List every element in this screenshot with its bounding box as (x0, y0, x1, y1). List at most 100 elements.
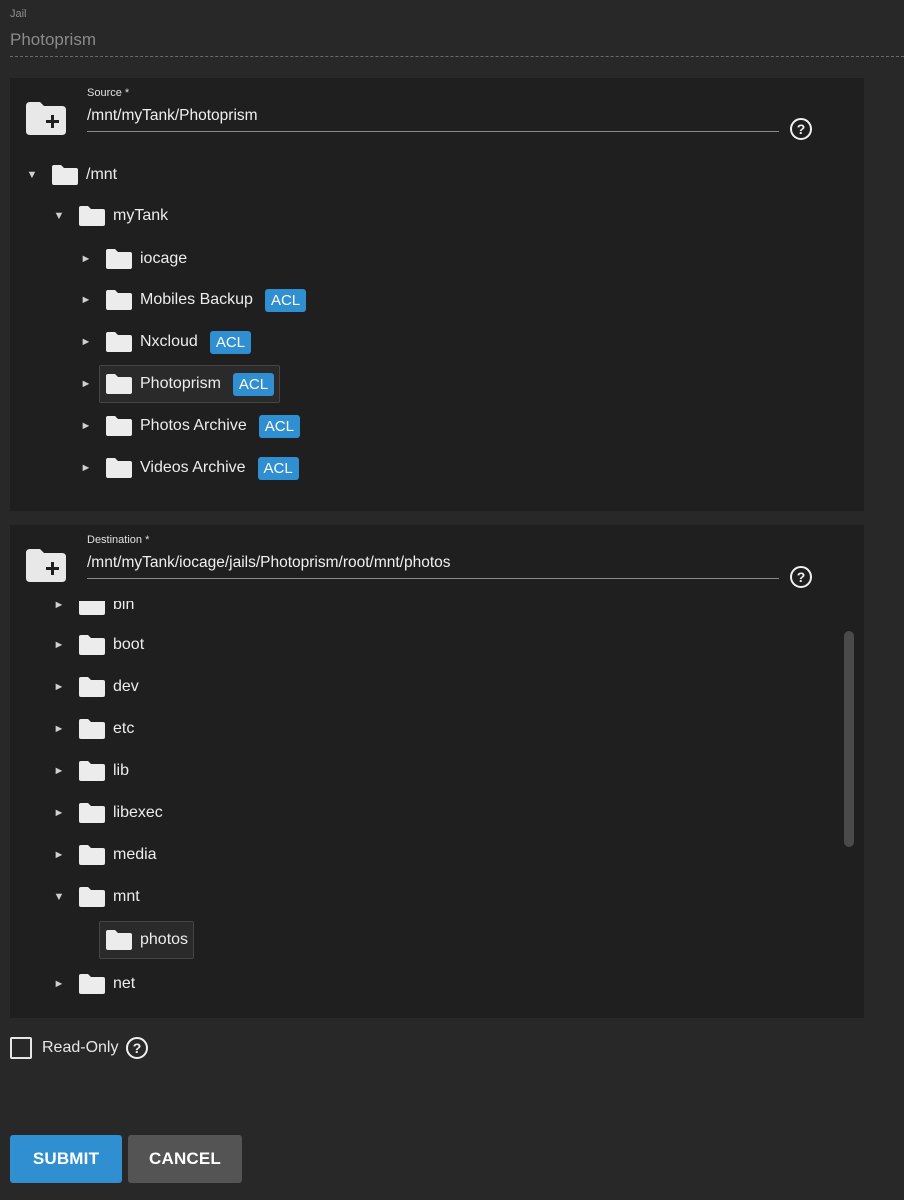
destination-path-input[interactable]: /mnt/myTank/iocage/jails/Photoprism/root… (87, 551, 779, 579)
source-path-input[interactable]: /mnt/myTank/Photoprism (87, 104, 779, 132)
tree-node[interactable]: photos (79, 921, 195, 959)
caret-right-icon[interactable]: ► (79, 378, 93, 390)
folder-icon (106, 458, 132, 478)
tree-node[interactable]: ► bin (52, 601, 140, 624)
acl-badge: ACL (232, 372, 275, 396)
tree-node[interactable]: ▼ myTank (52, 197, 174, 235)
folder-icon (79, 635, 105, 655)
tree-node-content[interactable]: lib (72, 752, 135, 790)
caret-right-icon[interactable]: ► (79, 420, 93, 432)
tree-node-content[interactable]: /mnt (45, 156, 123, 194)
caret-right-icon[interactable]: ► (52, 681, 66, 693)
folder-icon (79, 887, 105, 907)
caret-down-icon[interactable]: ▼ (52, 891, 66, 903)
acl-badge: ACL (209, 330, 251, 354)
scrollbar-thumb[interactable] (844, 631, 854, 847)
tree-node[interactable]: ▼ /mnt (25, 156, 123, 194)
tree-node-content[interactable]: iocage (99, 240, 193, 278)
folder-icon (106, 416, 132, 436)
tree-node[interactable]: ► Mobiles Backup ACL (79, 281, 312, 319)
tree-node[interactable]: ► lib (52, 752, 135, 790)
tree-node-label: net (113, 975, 136, 992)
submit-button[interactable]: SUBMIT (10, 1135, 122, 1183)
tree-node-label: Nxcloud (140, 333, 198, 350)
readonly-checkbox[interactable] (10, 1037, 32, 1059)
tree-node[interactable]: ► Photoprism ACL (79, 365, 281, 403)
tree-node-content[interactable]: libexec (72, 794, 169, 832)
folder-icon (106, 249, 132, 269)
tree-node[interactable]: ► libexec (52, 794, 169, 832)
tree-node-label: media (113, 846, 157, 863)
folder-icon (106, 332, 132, 352)
help-circle-icon[interactable]: ? (789, 117, 813, 141)
tree-node-label: mnt (113, 888, 140, 905)
caret-right-icon[interactable]: ► (52, 978, 66, 990)
caret-right-icon[interactable]: ► (52, 639, 66, 651)
caret-right-icon[interactable]: ► (52, 723, 66, 735)
help-circle-icon[interactable]: ? (789, 565, 813, 589)
tree-node-label: dev (113, 678, 139, 695)
tree-node[interactable]: ► Photos Archive ACL (79, 407, 306, 445)
tree-node-label: boot (113, 636, 145, 653)
tree-node-content[interactable]: boot (72, 626, 150, 664)
tree-node-content[interactable]: Photos Archive ACL (99, 407, 306, 445)
tree-node-content[interactable]: media (72, 836, 163, 874)
caret-right-icon[interactable]: ► (52, 849, 66, 861)
tree-node-content[interactable]: etc (72, 710, 140, 748)
destination-tree-viewport[interactable]: ► bin ► boot ► dev ► etc ► lib ► libexec… (10, 601, 840, 1009)
readonly-label[interactable]: Read-Only (42, 1039, 118, 1057)
create-folder-icon[interactable] (25, 547, 67, 583)
folder-icon (79, 677, 105, 697)
tree-node[interactable]: ► etc (52, 710, 140, 748)
tree-node-content[interactable]: net (72, 965, 141, 1003)
tree-node-label: myTank (113, 207, 169, 224)
tree-node-content[interactable]: Photoprism ACL (99, 365, 281, 403)
tree-node-content[interactable]: bin (72, 601, 140, 624)
caret-right-icon[interactable]: ► (79, 462, 93, 474)
tree-node-label: etc (113, 720, 135, 737)
tree-node[interactable]: ► Nxcloud ACL (79, 323, 257, 361)
help-circle-icon[interactable]: ? (125, 1036, 149, 1060)
cancel-button[interactable]: CANCEL (128, 1135, 242, 1183)
tree-node[interactable]: ► Videos Archive ACL (79, 449, 305, 487)
tree-node-label: Videos Archive (140, 459, 246, 476)
caret-right-icon[interactable]: ► (79, 294, 93, 306)
tree-node-content[interactable]: mnt (72, 878, 146, 916)
tree-node-content[interactable]: dev (72, 668, 145, 706)
folder-icon (79, 974, 105, 994)
caret-right-icon[interactable]: ► (52, 765, 66, 777)
caret-right-icon[interactable]: ► (79, 253, 93, 265)
caret-right-icon[interactable]: ► (52, 601, 66, 611)
source-label: Source * (87, 87, 130, 99)
tree-node[interactable]: ► dev (52, 668, 145, 706)
folder-icon (79, 206, 105, 226)
tree-node[interactable]: ► boot (52, 626, 150, 664)
tree-node[interactable]: ► iocage (79, 240, 193, 278)
tree-node-content[interactable]: myTank (72, 197, 174, 235)
svg-text:?: ? (797, 121, 806, 137)
tree-node-content[interactable]: photos (99, 921, 195, 959)
svg-text:?: ? (133, 1040, 142, 1056)
acl-badge: ACL (264, 288, 307, 312)
tree-node-content[interactable]: Videos Archive ACL (99, 449, 305, 487)
tree-node-label: Photos Archive (140, 417, 247, 434)
acl-badge: ACL (258, 414, 300, 438)
tree-node-label: Photoprism (140, 375, 221, 392)
folder-icon (79, 601, 105, 615)
scrollbar-track[interactable] (844, 601, 854, 1009)
jail-underline (10, 56, 904, 57)
source-explorer: Source * /mnt/myTank/Photoprism ? ▼ /mnt… (10, 78, 864, 511)
svg-text:?: ? (797, 569, 806, 585)
caret-down-icon[interactable]: ▼ (52, 210, 66, 222)
tree-node[interactable]: ► net (52, 965, 141, 1003)
caret-down-icon[interactable]: ▼ (25, 169, 39, 181)
caret-right-icon[interactable]: ► (79, 336, 93, 348)
tree-node[interactable]: ▼ mnt (52, 878, 146, 916)
create-folder-icon[interactable] (25, 100, 67, 136)
caret-right-icon[interactable]: ► (52, 807, 66, 819)
tree-node-content[interactable]: Mobiles Backup ACL (99, 281, 312, 319)
readonly-row: Read-Only ? (10, 1035, 149, 1061)
tree-node[interactable]: ► media (52, 836, 163, 874)
tree-node-content[interactable]: Nxcloud ACL (99, 323, 257, 361)
folder-icon (52, 165, 78, 185)
